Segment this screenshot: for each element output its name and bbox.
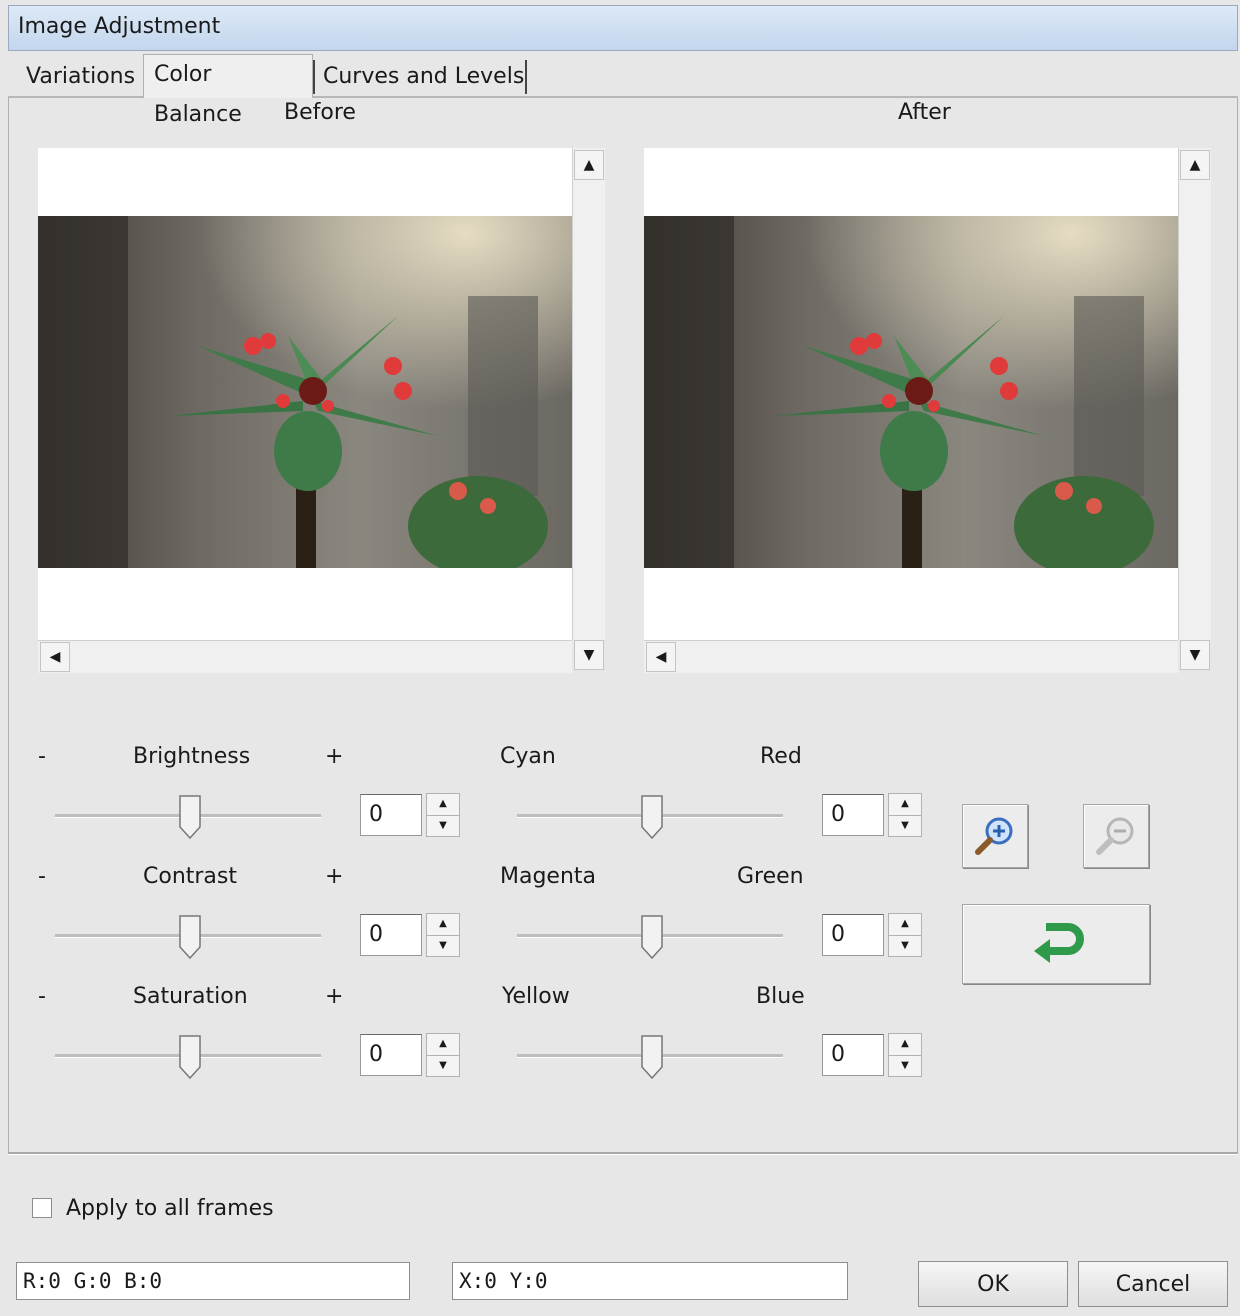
tab-separator bbox=[525, 60, 527, 94]
cyan-red-value-field[interactable]: 0 bbox=[822, 794, 884, 836]
cyan-red-slider-thumb[interactable] bbox=[641, 795, 663, 839]
scroll-left-icon[interactable]: ◀ bbox=[646, 642, 676, 672]
window-title: Image Adjustment bbox=[18, 14, 221, 39]
magnifier-minus-icon bbox=[1096, 817, 1134, 855]
magnifier-plus-icon bbox=[975, 817, 1013, 855]
cyan-red-spinner[interactable]: ▲ ▼ bbox=[888, 793, 922, 837]
green-label: Green bbox=[737, 864, 804, 889]
blue-label: Blue bbox=[756, 984, 805, 1009]
scroll-down-icon[interactable]: ▼ bbox=[1180, 640, 1210, 670]
yellow-blue-value-field[interactable]: 0 bbox=[822, 1034, 884, 1076]
scroll-left-icon[interactable]: ◀ bbox=[40, 642, 70, 672]
tab-color-balance[interactable]: Color Balance bbox=[143, 54, 313, 127]
magenta-label: Magenta bbox=[500, 864, 597, 889]
contrast-value-field[interactable]: 0 bbox=[360, 914, 422, 956]
after-image bbox=[644, 216, 1178, 568]
tab-curves-and-levels[interactable]: Curves and Levels bbox=[313, 58, 534, 96]
red-label: Red bbox=[760, 744, 802, 769]
yellow-label: Yellow bbox=[502, 984, 570, 1009]
before-preview[interactable] bbox=[38, 148, 572, 640]
saturation-value-field[interactable]: 0 bbox=[360, 1034, 422, 1076]
reset-button[interactable] bbox=[962, 904, 1150, 984]
contrast-label: Contrast bbox=[143, 864, 238, 889]
apply-all-frames-label: Apply to all frames bbox=[66, 1196, 274, 1221]
contrast-minus-label: - bbox=[38, 864, 46, 889]
yellow-blue-slider-thumb[interactable] bbox=[641, 1035, 663, 1079]
magenta-green-slider-thumb[interactable] bbox=[641, 915, 663, 959]
after-vertical-scrollbar[interactable]: ▲ ▼ bbox=[1178, 148, 1211, 670]
scroll-up-icon[interactable]: ▲ bbox=[1180, 150, 1210, 180]
after-preview[interactable] bbox=[644, 148, 1178, 640]
scroll-down-icon[interactable]: ▼ bbox=[574, 640, 604, 670]
after-horizontal-scrollbar[interactable]: ◀ bbox=[644, 640, 1178, 673]
saturation-label: Saturation bbox=[133, 984, 248, 1009]
contrast-spinner[interactable]: ▲ ▼ bbox=[426, 913, 460, 957]
brightness-value-field[interactable]: 0 bbox=[360, 794, 422, 836]
rgb-readout: R:0 G:0 B:0 bbox=[16, 1262, 410, 1300]
saturation-slider-thumb[interactable] bbox=[179, 1035, 201, 1079]
scroll-up-icon[interactable]: ▲ bbox=[574, 150, 604, 180]
yellow-blue-spinner[interactable]: ▲ ▼ bbox=[888, 1033, 922, 1077]
after-label: After bbox=[898, 100, 951, 125]
ok-button[interactable]: OK bbox=[918, 1261, 1068, 1307]
cyan-label: Cyan bbox=[500, 744, 556, 769]
cancel-button[interactable]: Cancel bbox=[1078, 1261, 1228, 1307]
before-vertical-scrollbar[interactable]: ▲ ▼ bbox=[572, 148, 605, 670]
before-label: Before bbox=[284, 100, 356, 125]
brightness-spinner[interactable]: ▲ ▼ bbox=[426, 793, 460, 837]
saturation-plus-label: + bbox=[325, 984, 344, 1009]
brightness-slider-thumb[interactable] bbox=[179, 795, 201, 839]
zoom-out-button[interactable] bbox=[1083, 804, 1149, 868]
contrast-slider-thumb[interactable] bbox=[179, 915, 201, 959]
saturation-minus-label: - bbox=[38, 984, 46, 1009]
magenta-green-value-field[interactable]: 0 bbox=[822, 914, 884, 956]
before-horizontal-scrollbar[interactable]: ◀ bbox=[38, 640, 572, 673]
apply-all-frames-checkbox[interactable] bbox=[32, 1198, 52, 1218]
zoom-in-button[interactable] bbox=[962, 804, 1028, 868]
magenta-green-spinner[interactable]: ▲ ▼ bbox=[888, 913, 922, 957]
brightness-label: Brightness bbox=[133, 744, 251, 769]
brightness-plus-label: + bbox=[325, 744, 344, 769]
saturation-spinner[interactable]: ▲ ▼ bbox=[426, 1033, 460, 1077]
contrast-plus-label: + bbox=[325, 864, 344, 889]
brightness-minus-label: - bbox=[38, 744, 46, 769]
undo-arrow-icon bbox=[1034, 923, 1084, 963]
divider bbox=[8, 1152, 1238, 1155]
tab-variations[interactable]: Variations bbox=[16, 58, 145, 96]
before-image bbox=[38, 216, 572, 568]
xy-readout: X:0 Y:0 bbox=[452, 1262, 848, 1300]
